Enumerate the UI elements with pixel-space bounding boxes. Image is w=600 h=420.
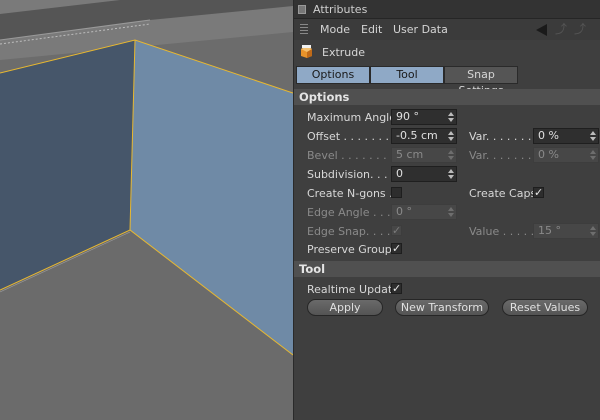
spinner-icon[interactable] [448, 150, 454, 160]
var-bevel-field[interactable]: 0 % [533, 147, 599, 163]
viewport-3d[interactable] [0, 0, 293, 420]
panel-title: Attributes [313, 3, 368, 16]
reset-values-button[interactable]: Reset Values [502, 299, 588, 316]
realtime-update-label: Realtime Update [307, 283, 399, 296]
max-angle-value: 90 ° [396, 110, 419, 123]
section-options-header[interactable]: Options [294, 89, 600, 105]
new-transform-button[interactable]: New Transform [395, 299, 489, 316]
offset-label: Offset . . . . . . . . [307, 130, 396, 143]
menu-user-data[interactable]: User Data [393, 23, 448, 36]
preserve-groups-checkbox[interactable]: ✓ [391, 243, 402, 254]
tab-bar: Options Tool Snap Settings [294, 66, 600, 97]
tab-options[interactable]: Options [296, 66, 370, 84]
edge-snap-checkbox[interactable]: ✓ [391, 225, 402, 236]
bevel-field[interactable]: 5 cm [391, 147, 457, 163]
var-bevel-value: 0 % [538, 148, 559, 161]
object-name: Extrude [322, 46, 366, 59]
offset-value: -0.5 cm [396, 129, 438, 142]
object-header: Extrude [294, 42, 600, 62]
create-ngons-label: Create N-gons . [307, 187, 393, 200]
create-ngons-checkbox[interactable] [391, 187, 402, 198]
subdivision-field[interactable]: 0 [391, 166, 457, 182]
section-tool-header[interactable]: Tool [294, 261, 600, 277]
tab-tool[interactable]: Tool [370, 66, 444, 84]
attributes-panel: Attributes Mode Edit User Data ⤴ ⤴ Extru… [293, 0, 600, 420]
realtime-update-checkbox[interactable]: ✓ [391, 283, 402, 294]
spinner-icon[interactable] [448, 131, 454, 141]
spinner-icon[interactable] [590, 226, 596, 236]
spinner-icon[interactable] [448, 207, 454, 217]
value-label: Value . . . . . [469, 225, 535, 238]
panel-menubar: Mode Edit User Data ⤴ ⤴ [294, 19, 600, 40]
bevel-value: 5 cm [396, 148, 424, 161]
spinner-icon[interactable] [448, 112, 454, 122]
grip-icon[interactable] [300, 24, 308, 35]
tab-snap-settings[interactable]: Snap Settings [444, 66, 518, 97]
apply-button[interactable]: Apply [307, 299, 383, 316]
offset-field[interactable]: -0.5 cm [391, 128, 457, 144]
max-angle-label: Maximum Angle [307, 111, 396, 124]
spinner-icon[interactable] [448, 169, 454, 179]
spinner-icon[interactable] [590, 131, 596, 141]
var-value: 0 % [538, 129, 559, 142]
edge-angle-value: 0 ° [396, 205, 412, 218]
preserve-groups-label: Preserve Groups [307, 243, 398, 256]
create-caps-checkbox[interactable]: ✓ [533, 187, 544, 198]
value-value: 15 ° [538, 224, 561, 237]
menu-mode[interactable]: Mode [320, 23, 350, 36]
subdivision-value: 0 [396, 167, 403, 180]
nav-up-icon[interactable]: ⤴ [555, 23, 569, 36]
var-bevel-label: Var. . . . . . . [469, 149, 532, 162]
subdivision-label: Subdivision. . . . [307, 168, 395, 181]
var-label: Var. . . . . . . [469, 130, 532, 143]
edge-angle-field[interactable]: 0 ° [391, 204, 457, 220]
nav-forward-icon[interactable]: ⤴ [574, 23, 588, 36]
edge-snap-label: Edge Snap. . . . [307, 225, 391, 238]
panel-icon [298, 5, 306, 14]
value-field[interactable]: 15 ° [533, 223, 599, 239]
max-angle-field[interactable]: 90 ° [391, 109, 457, 125]
panel-titlebar[interactable]: Attributes [294, 0, 600, 19]
menu-edit[interactable]: Edit [361, 23, 382, 36]
create-caps-label: Create Caps [469, 187, 537, 200]
bevel-label: Bevel . . . . . . . . [307, 149, 394, 162]
spinner-icon[interactable] [590, 150, 596, 160]
back-arrow-icon[interactable] [536, 24, 547, 36]
viewport-canvas[interactable] [0, 0, 293, 420]
edge-angle-label: Edge Angle . . . [307, 206, 391, 219]
var-field[interactable]: 0 % [533, 128, 599, 144]
extrude-tool-icon [301, 45, 312, 58]
